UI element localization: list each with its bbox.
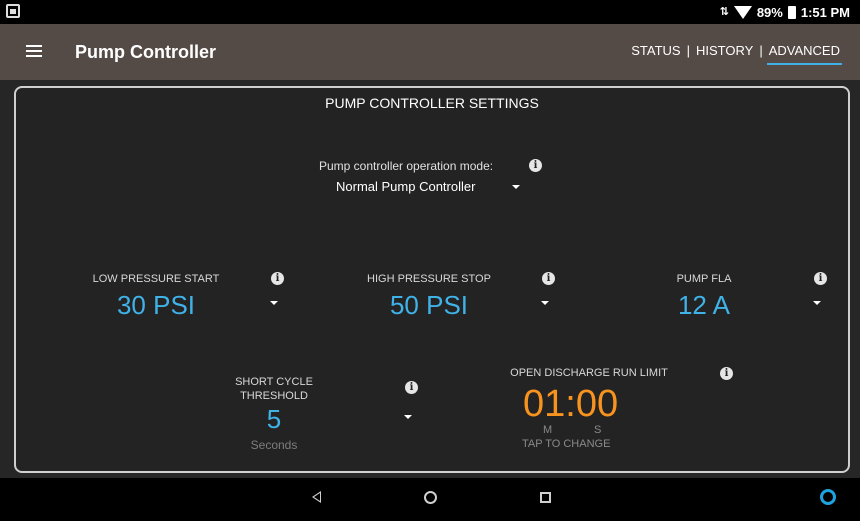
high-pressure-dropdown-caret-icon[interactable]: [541, 301, 549, 305]
settings-panel: PUMP CONTROLLER SETTINGS Pump controller…: [14, 86, 850, 473]
low-pressure-info-icon[interactable]: i: [271, 272, 284, 285]
open-discharge-info-icon[interactable]: i: [720, 367, 733, 380]
settings-title: PUMP CONTROLLER SETTINGS: [325, 95, 539, 111]
high-pressure-info-icon[interactable]: i: [542, 272, 555, 285]
mode-select[interactable]: Normal Pump Controller: [336, 179, 475, 194]
short-cycle-label-line1: SHORT CYCLE: [235, 376, 313, 388]
timer-minutes-label: M: [543, 424, 553, 436]
wifi-icon: [733, 6, 752, 19]
recents-icon[interactable]: [540, 492, 551, 503]
open-discharge-timer[interactable]: 01:00: [523, 383, 618, 426]
nav-tabs: STATUS | HISTORY | ADVANCED: [627, 43, 844, 65]
tab-separator: |: [686, 43, 690, 58]
pump-fla-dropdown-caret-icon[interactable]: [813, 301, 821, 305]
short-cycle-value[interactable]: 5: [214, 404, 334, 435]
pump-fla-label: PUMP FLA: [676, 273, 732, 285]
data-arrows-icon: ⇅: [719, 5, 729, 18]
back-icon[interactable]: [312, 491, 321, 503]
tab-separator: |: [759, 43, 763, 58]
main-content: PUMP CONTROLLER SETTINGS Pump controller…: [0, 80, 860, 478]
short-cycle-unit: Seconds: [250, 438, 298, 452]
status-bar: ⇅ 89% 1:51 PM: [0, 0, 860, 24]
short-cycle-dropdown-caret-icon[interactable]: [404, 415, 412, 419]
high-pressure-stop-value[interactable]: 50 PSI: [349, 290, 509, 321]
pump-fla-info-icon[interactable]: i: [814, 272, 827, 285]
low-pressure-start-label: LOW PRESSURE START: [92, 273, 220, 285]
mode-info-icon[interactable]: i: [529, 159, 542, 172]
pump-fla-value[interactable]: 12 A: [624, 290, 784, 321]
mode-label: Pump controller operation mode:: [319, 159, 494, 173]
battery-percent: 89%: [756, 4, 783, 20]
short-cycle-info-icon[interactable]: i: [405, 381, 418, 394]
short-cycle-label-line2: THRESHOLD: [240, 390, 308, 402]
hamburger-menu-icon[interactable]: [26, 45, 42, 58]
app-title: Pump Controller: [75, 42, 217, 62]
home-icon[interactable]: [424, 491, 437, 504]
timer-seconds-label: S: [594, 424, 602, 436]
high-pressure-stop-label: HIGH PRESSURE STOP: [367, 273, 491, 285]
tab-advanced[interactable]: ADVANCED: [765, 43, 844, 65]
app-bar: Pump Controller STATUS | HISTORY | ADVAN…: [0, 24, 860, 80]
status-indicators: ⇅ 89% 1:51 PM: [720, 4, 850, 20]
notification-image-icon: [6, 4, 20, 18]
open-discharge-label: OPEN DISCHARGE RUN LIMIT: [510, 367, 668, 379]
tab-history[interactable]: HISTORY: [692, 43, 757, 58]
low-pressure-dropdown-caret-icon[interactable]: [270, 301, 278, 305]
low-pressure-start-value[interactable]: 30 PSI: [76, 290, 236, 321]
clock: 1:51 PM: [800, 4, 850, 20]
assistant-icon[interactable]: [820, 489, 836, 505]
mode-dropdown-caret-icon[interactable]: [512, 185, 520, 189]
tab-status[interactable]: STATUS: [627, 43, 684, 58]
battery-icon: [787, 5, 796, 19]
system-nav-bar: [0, 478, 860, 521]
tap-to-change-hint: TAP TO CHANGE: [522, 438, 611, 450]
